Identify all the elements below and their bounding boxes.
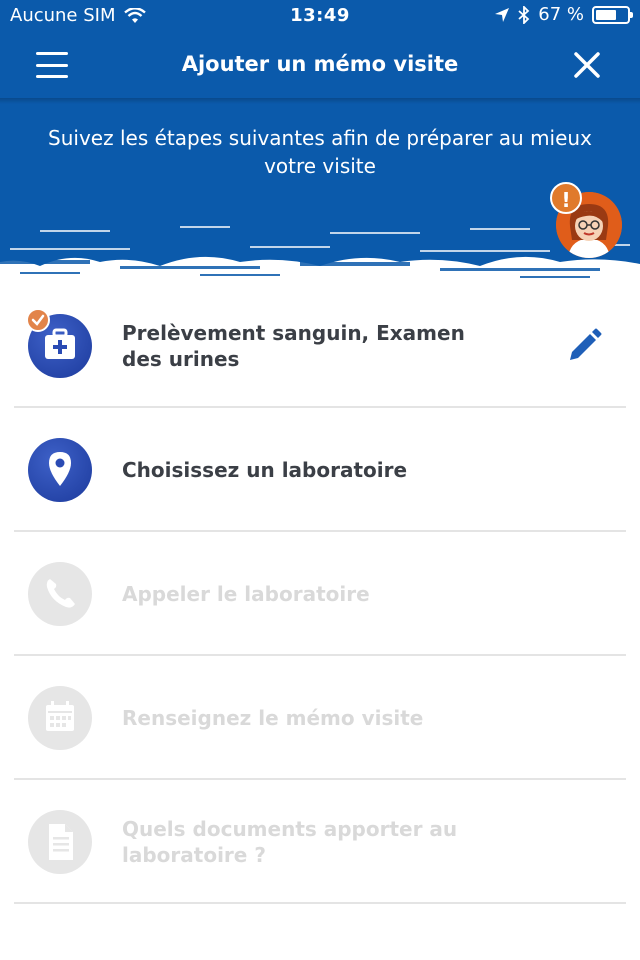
assistant-avatar[interactable]: ! [548, 180, 626, 258]
step-icon-circle [28, 562, 92, 626]
calendar-icon [46, 701, 74, 731]
step-label: Quels documents apporter au laboratoire … [122, 817, 458, 867]
nav-shadow [0, 98, 640, 104]
step-label: Prelèvement sanguin, Examen des urines [122, 321, 465, 371]
location-pin-icon [49, 452, 71, 486]
step-item-blood-test[interactable]: Prelèvement sanguin, Examen des urines [14, 284, 626, 408]
status-right: 67 % [494, 4, 633, 25]
intro-text: Suivez les étapes suivantes afin de prép… [48, 126, 592, 178]
battery-percent: 67 % [538, 4, 584, 25]
step-label: Appeler le laboratoire [122, 582, 370, 606]
location-arrow-icon [495, 7, 510, 22]
step-item-choose-lab[interactable]: Choisissez un laboratoire [14, 408, 626, 532]
step-item-call-lab: Appeler le laboratoire [14, 532, 626, 656]
step-icon-circle [28, 438, 92, 502]
step-item-documents: Quels documents apporter au laboratoire … [14, 780, 626, 904]
close-icon[interactable] [570, 48, 604, 82]
document-icon [49, 824, 73, 860]
battery-level [596, 9, 617, 20]
step-label: Renseignez le mémo visite [122, 706, 424, 730]
phone-icon [46, 579, 75, 608]
battery-icon [592, 5, 633, 24]
alert-badge: ! [550, 182, 582, 214]
step-icon-circle [28, 810, 92, 874]
check-icon [31, 314, 45, 326]
step-icon-circle [28, 686, 92, 750]
steps-list: Prelèvement sanguin, Examen des urines C… [14, 284, 626, 904]
bluetooth-icon [518, 5, 530, 24]
page-title: Ajouter un mémo visite [181, 52, 459, 76]
step-item-fill-memo: Renseignez le mémo visite [14, 656, 626, 780]
check-badge [26, 308, 50, 332]
step-label: Choisissez un laboratoire [122, 458, 408, 482]
pencil-icon[interactable] [564, 326, 604, 366]
nav-bar: Ajouter un mémo visite [0, 32, 640, 98]
status-bar: Aucune SIM 13:49 67 % [0, 0, 640, 32]
